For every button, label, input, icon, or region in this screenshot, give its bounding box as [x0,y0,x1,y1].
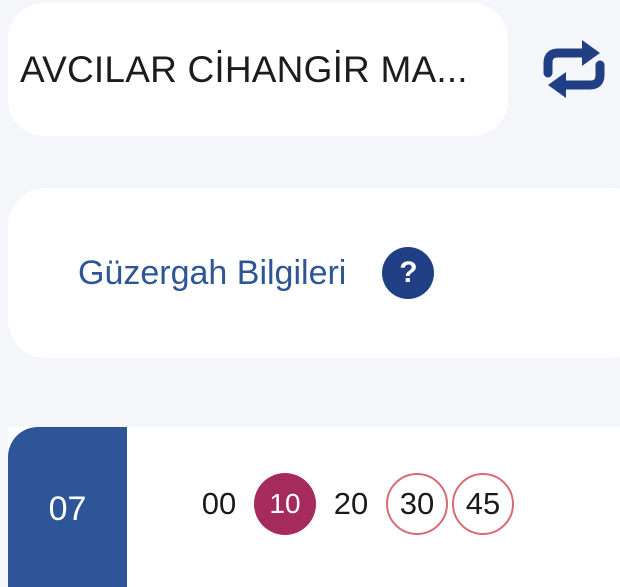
route-info-card: Güzergah Bilgileri ? [8,188,620,358]
minute-00: 00 [201,486,237,521]
route-name: AVCILAR CİHANGİR MA... [20,48,468,90]
minute-45: 45 [452,473,514,535]
help-icon[interactable]: ? [382,247,435,299]
route-info-link[interactable]: Güzergah Bilgileri [78,254,346,293]
repeat-arrows-icon [543,40,605,98]
minute-10: 10 [254,473,316,535]
minute-20: 20 [333,486,369,521]
swap-direction-button[interactable] [538,36,610,102]
hour-cell: 07 [8,427,127,587]
minute-30: 30 [386,473,448,535]
hour-label: 07 [48,489,87,528]
minute-list: 00 10 20 30 45 [188,469,518,539]
schedule-row: 07 00 10 20 30 45 [8,427,620,587]
route-selector[interactable]: AVCILAR CİHANGİR MA... [8,3,508,136]
